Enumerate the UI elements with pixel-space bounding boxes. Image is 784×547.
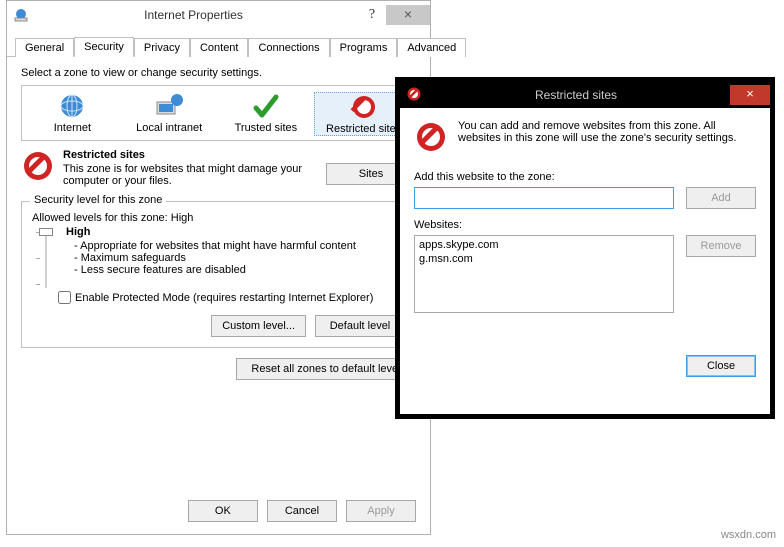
zone-trusted-sites-label: Trusted sites — [218, 122, 315, 134]
rs-title: Restricted sites — [422, 88, 730, 102]
websites-list-item[interactable]: apps.skype.com — [419, 238, 669, 252]
rs-info: You can add and remove websites from thi… — [414, 120, 756, 157]
no-entry-icon — [21, 149, 55, 187]
level-bullet: Maximum safeguards — [74, 252, 356, 264]
zone-internet-label: Internet — [24, 122, 121, 134]
rs-close-x-button[interactable]: × — [730, 85, 770, 105]
checkmark-icon — [250, 92, 282, 120]
security-level-slider[interactable] — [32, 226, 60, 276]
ip-titlebar: Internet Properties ? × — [7, 1, 430, 29]
protected-mode-checkbox[interactable] — [58, 291, 71, 304]
internet-properties-window: Internet Properties ? × General Security… — [6, 0, 431, 535]
ip-footer-buttons: OK Cancel Apply — [182, 500, 416, 522]
default-level-button[interactable]: Default level — [315, 315, 405, 337]
rs-close-button[interactable]: Close — [686, 355, 756, 377]
tab-advanced[interactable]: Advanced — [397, 38, 466, 57]
ip-body: Select a zone to view or change security… — [7, 57, 430, 390]
watermark: wsxdn.com — [721, 529, 776, 541]
apply-button[interactable]: Apply — [346, 500, 416, 522]
add-website-input[interactable] — [414, 187, 674, 209]
globe-icon — [56, 92, 88, 120]
rs-titlebar: Restricted sites × — [400, 82, 770, 108]
level-bullet: Appropriate for websites that might have… — [74, 240, 356, 252]
websites-listbox[interactable]: apps.skype.com g.msn.com — [414, 235, 674, 313]
cancel-button[interactable]: Cancel — [267, 500, 337, 522]
security-level-legend: Security level for this zone — [30, 194, 166, 206]
tab-security[interactable]: Security — [74, 37, 134, 57]
no-entry-icon — [406, 86, 422, 105]
tab-connections[interactable]: Connections — [248, 38, 329, 57]
websites-list-item[interactable]: g.msn.com — [419, 252, 669, 266]
protected-mode-label: Enable Protected Mode (requires restarti… — [75, 292, 373, 304]
level-bullet: Less secure features are disabled — [74, 264, 356, 276]
zone-local-intranet[interactable]: Local intranet — [121, 92, 218, 136]
rs-body: You can add and remove websites from thi… — [400, 108, 770, 387]
internet-options-icon — [13, 7, 29, 23]
tab-general[interactable]: General — [15, 38, 74, 57]
allowed-levels-text: Allowed levels for this zone: High — [32, 212, 405, 224]
tab-privacy[interactable]: Privacy — [134, 38, 190, 57]
ok-button[interactable]: OK — [188, 500, 258, 522]
add-website-label: Add this website to the zone: — [414, 171, 756, 183]
zone-local-intranet-label: Local intranet — [121, 122, 218, 134]
selected-zone-heading: Restricted sites — [63, 149, 316, 161]
level-description: High Appropriate for websites that might… — [66, 226, 356, 276]
remove-button[interactable]: Remove — [686, 235, 756, 257]
no-entry-icon — [414, 120, 448, 157]
rs-info-text: You can add and remove websites from thi… — [448, 120, 756, 157]
restricted-sites-dialog: Restricted sites × You can add and remov… — [396, 78, 774, 418]
tab-programs[interactable]: Programs — [330, 38, 398, 57]
zone-prompt: Select a zone to view or change security… — [21, 67, 416, 79]
ip-title: Internet Properties — [29, 8, 358, 22]
no-entry-icon — [348, 93, 380, 121]
ip-tabstrip: General Security Privacy Content Connect… — [7, 29, 430, 57]
selected-zone-desc: This zone is for websites that might dam… — [63, 163, 316, 187]
security-level-group: Security level for this zone Allowed lev… — [21, 201, 416, 348]
tab-content[interactable]: Content — [190, 38, 249, 57]
zone-trusted-sites[interactable]: Trusted sites — [218, 92, 315, 136]
level-name: High — [66, 226, 90, 238]
zone-internet[interactable]: Internet — [24, 92, 121, 136]
reset-all-zones-button[interactable]: Reset all zones to default level — [236, 358, 416, 380]
ip-close-button[interactable]: × — [386, 5, 430, 25]
selected-zone-block: Restricted sites This zone is for websit… — [21, 149, 416, 187]
computer-globe-icon — [153, 92, 185, 120]
websites-label: Websites: — [414, 219, 756, 231]
add-button[interactable]: Add — [686, 187, 756, 209]
custom-level-button[interactable]: Custom level... — [211, 315, 306, 337]
zone-list: Internet Local intranet Trusted sites Re… — [21, 85, 416, 141]
help-button[interactable]: ? — [358, 7, 386, 23]
